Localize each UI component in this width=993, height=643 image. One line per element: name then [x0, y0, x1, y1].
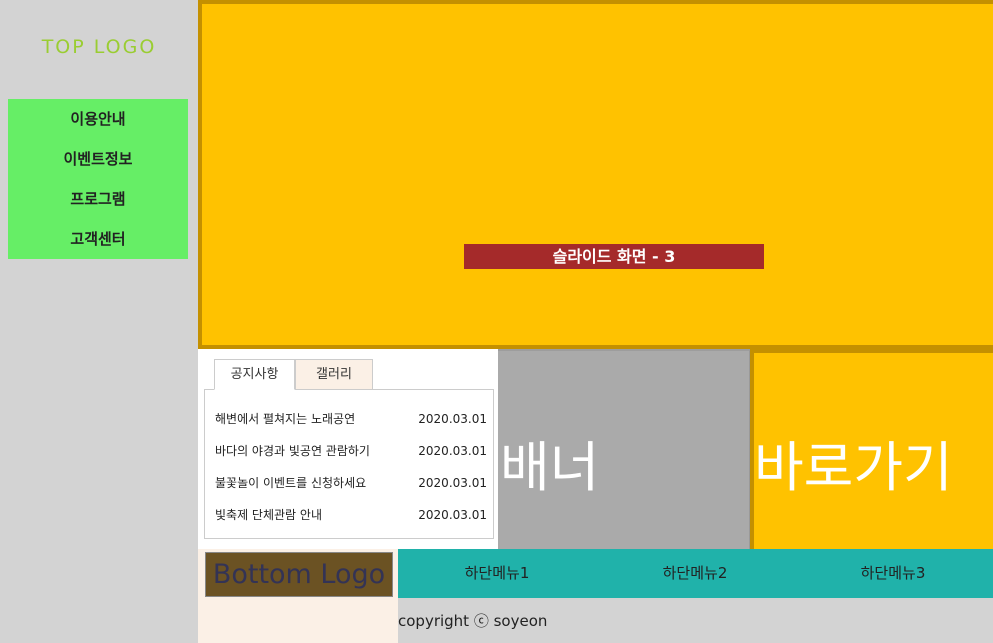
notice-title: 불꽃놀이 이벤트를 신청하세요 — [215, 476, 367, 490]
list-item[interactable]: 해변에서 펼쳐지는 노래공연 2020.03.01 — [215, 403, 487, 435]
notice-title: 빛축제 단체관람 안내 — [215, 508, 322, 522]
footer-menu: 하단메뉴1 하단메뉴2 하단메뉴3 — [398, 549, 993, 598]
notice-date: 2020.03.01 — [418, 508, 487, 522]
sidebar: TOP LOGO 이용안내 이벤트정보 프로그램 고객센터 — [0, 0, 198, 549]
tab-notice[interactable]: 공지사항 — [214, 359, 295, 390]
menu-item-guide[interactable]: 이용안내 — [8, 99, 188, 139]
slide-label: 슬라이드 화면 - 3 — [464, 244, 764, 269]
bottom-logo[interactable]: Bottom Logo — [205, 552, 393, 597]
notice-title: 해변에서 펼쳐지는 노래공연 — [215, 412, 356, 426]
copyright-text: copyright ⓒ soyeon — [398, 612, 548, 630]
shortcut-label: 바로가기 — [754, 436, 953, 499]
notice-title: 바다의 야경과 빛공연 관람하기 — [215, 444, 370, 458]
banner[interactable]: 배너 — [498, 349, 750, 549]
footer-menu-item-3[interactable]: 하단메뉴3 — [794, 549, 992, 598]
tab-gallery[interactable]: 갤러리 — [295, 359, 373, 390]
top-logo[interactable]: TOP LOGO — [0, 36, 198, 58]
main-menu: 이용안내 이벤트정보 프로그램 고객센터 — [8, 99, 188, 259]
notice-date: 2020.03.01 — [418, 412, 487, 426]
notice-list: 해변에서 펼쳐지는 노래공연 2020.03.01 바다의 야경과 빛공연 관람… — [204, 389, 494, 539]
footer-menu-item-1[interactable]: 하단메뉴1 — [398, 549, 596, 598]
menu-item-support[interactable]: 고객센터 — [8, 219, 188, 259]
page: TOP LOGO 이용안내 이벤트정보 프로그램 고객센터 슬라이드 화면 - … — [0, 0, 993, 643]
menu-item-programs[interactable]: 프로그램 — [8, 179, 188, 219]
notice-section: 공지사항 갤러리 해변에서 펼쳐지는 노래공연 2020.03.01 바다의 야… — [198, 349, 498, 549]
shortcut-link[interactable]: 바로가기 — [750, 349, 993, 549]
footer-menu-item-2[interactable]: 하단메뉴2 — [596, 549, 794, 598]
footer-logo-area: Bottom Logo — [198, 549, 398, 643]
notice-date: 2020.03.01 — [418, 444, 487, 458]
list-item[interactable]: 불꽃놀이 이벤트를 신청하세요 2020.03.01 — [215, 467, 487, 499]
slide-area[interactable]: 슬라이드 화면 - 3 — [198, 0, 993, 349]
list-item[interactable]: 바다의 야경과 빛공연 관람하기 2020.03.01 — [215, 435, 487, 467]
list-item[interactable]: 빛축제 단체관람 안내 2020.03.01 — [215, 499, 487, 531]
notice-date: 2020.03.01 — [418, 476, 487, 490]
menu-item-events[interactable]: 이벤트정보 — [8, 139, 188, 179]
banner-label: 배너 — [500, 436, 600, 499]
